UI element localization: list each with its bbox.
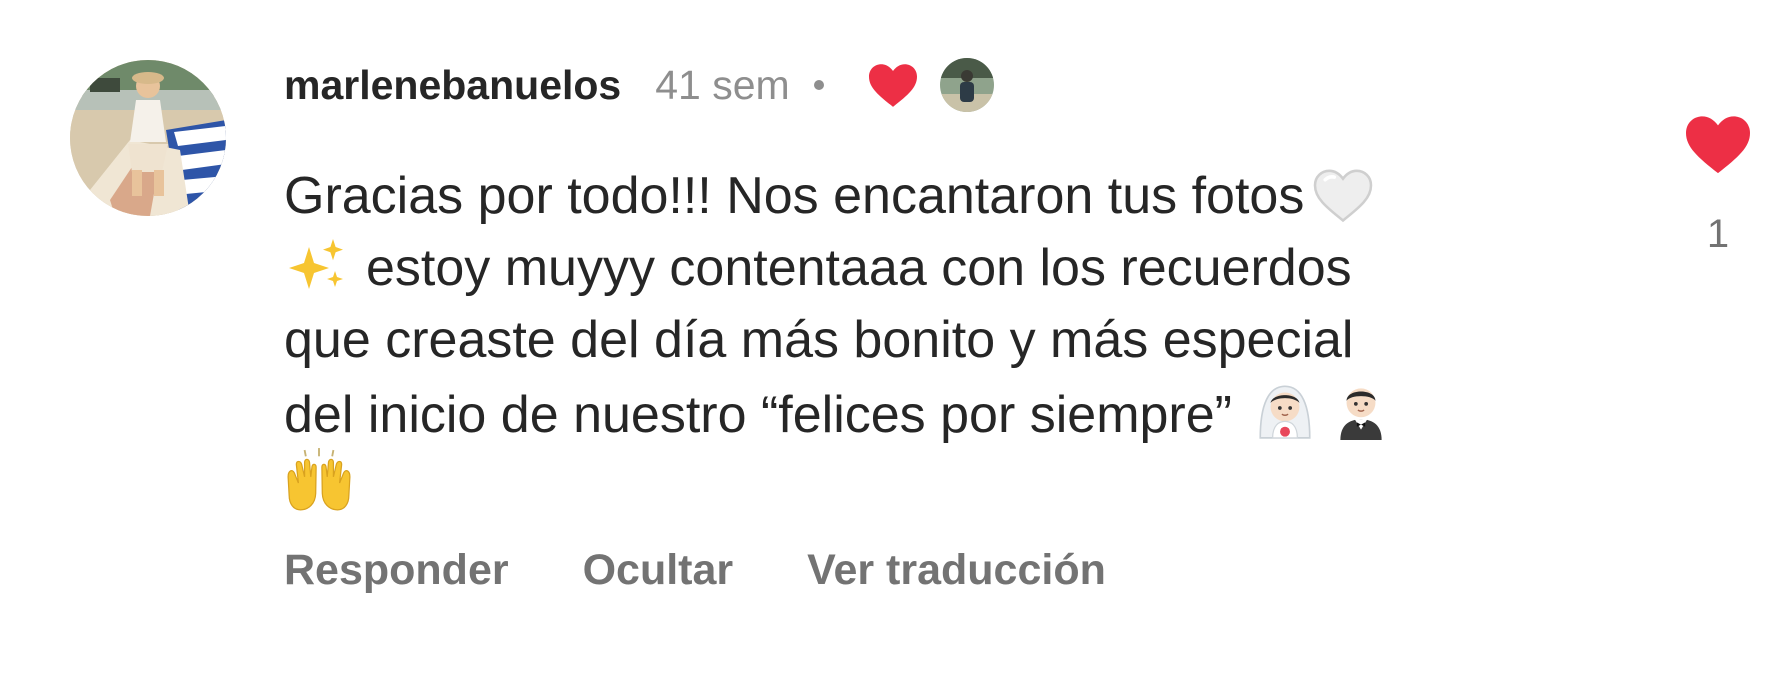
comment-line: Gracias por todo!!! Nos encantaron tus f… <box>284 167 1305 225</box>
heart-icon <box>1686 116 1750 174</box>
like-button[interactable] <box>1683 112 1753 176</box>
comment-actions: Responder Ocultar Ver traducción <box>284 540 1180 600</box>
comment-text: Gracias por todo!!! Nos encantaron tus f… <box>284 160 1614 520</box>
author-avatar <box>939 58 994 112</box>
sparkles-icon <box>284 235 350 295</box>
comment-line: estoy muyyy contentaaa con los recuerdos <box>366 239 1352 297</box>
translate-button[interactable]: Ver traducción <box>807 546 1106 595</box>
groom-icon <box>1328 376 1394 442</box>
comment-line: del inicio de nuestro “felices por siemp… <box>284 386 1232 444</box>
comment-line: que creaste del día más bonito y más esp… <box>284 311 1354 369</box>
white-heart-icon <box>1312 167 1374 223</box>
username[interactable]: marlenebanuelos <box>284 62 621 109</box>
raised-hands-icon <box>284 448 354 514</box>
heart-icon <box>866 61 920 109</box>
avatar-photo <box>70 60 226 216</box>
separator-dot <box>813 80 824 90</box>
bride-icon <box>1252 376 1318 442</box>
reply-button[interactable]: Responder <box>284 546 509 595</box>
hide-button[interactable]: Ocultar <box>583 546 734 595</box>
comment-header: marlenebanuelos 41 sem <box>284 52 994 118</box>
timestamp: 41 sem <box>655 61 790 108</box>
comment: marlenebanuelos 41 sem Gracias por todo!… <box>0 0 1776 680</box>
like-count[interactable]: 1 <box>1683 212 1753 257</box>
commenter-avatar[interactable] <box>70 60 226 216</box>
